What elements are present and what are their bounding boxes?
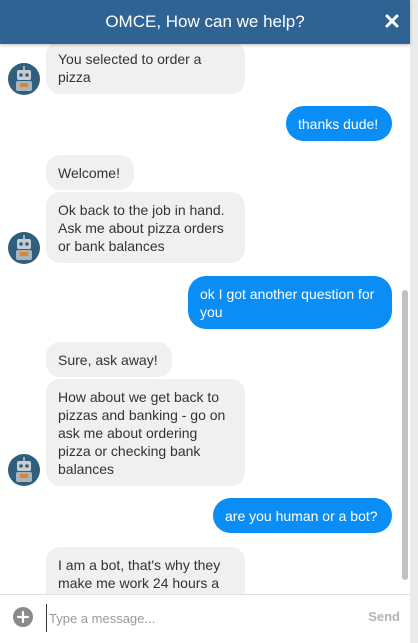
- bot-message: How about we get back to pizzas and bank…: [46, 379, 245, 486]
- user-message: thanks dude!: [286, 106, 392, 141]
- message-text: You selected to order a pizza: [58, 51, 202, 85]
- message-scrollbar[interactable]: [400, 44, 410, 594]
- robot-icon: [8, 63, 40, 95]
- bot-avatar: [8, 454, 40, 486]
- message-text: Welcome!: [58, 165, 120, 181]
- message-text: ok I got another question for you: [200, 286, 375, 320]
- message-text: Sure, ask away!: [58, 352, 158, 368]
- message-text: are you human or a bot?: [225, 508, 378, 524]
- scroll-thumb[interactable]: [402, 290, 408, 580]
- bot-avatar: [8, 63, 40, 95]
- message-text: I am a bot, that's why they make me work…: [58, 557, 221, 594]
- chat-window: OMCE, How can we help? You selected to o…: [0, 0, 418, 643]
- message-text: How about we get back to pizzas and bank…: [58, 389, 226, 477]
- window-edge: [410, 0, 418, 643]
- send-button[interactable]: Send: [368, 609, 400, 624]
- bot-message: Sure, ask away!: [46, 342, 172, 377]
- close-icon[interactable]: [384, 12, 400, 30]
- bot-message: I am a bot, that's why they make me work…: [46, 547, 245, 594]
- robot-icon: [8, 454, 40, 486]
- bot-message: Ok back to the job in hand. Ask me about…: [46, 192, 245, 263]
- message-input[interactable]: [46, 604, 351, 632]
- composer-bar: Send: [0, 594, 410, 643]
- chat-header: OMCE, How can we help?: [0, 0, 410, 44]
- robot-icon: [8, 232, 40, 264]
- message-list[interactable]: You selected to order a pizza thanks dud…: [0, 44, 400, 594]
- chat-title: OMCE, How can we help?: [105, 12, 305, 31]
- bot-avatar: [8, 232, 40, 264]
- message-text: thanks dude!: [298, 116, 379, 132]
- bot-message: Welcome!: [46, 155, 134, 190]
- user-message: are you human or a bot?: [213, 498, 392, 533]
- plus-circle-icon[interactable]: [12, 606, 34, 628]
- user-message: ok I got another question for you: [188, 276, 392, 329]
- message-text: Ok back to the job in hand. Ask me about…: [58, 202, 225, 254]
- bot-message: You selected to order a pizza: [46, 44, 245, 94]
